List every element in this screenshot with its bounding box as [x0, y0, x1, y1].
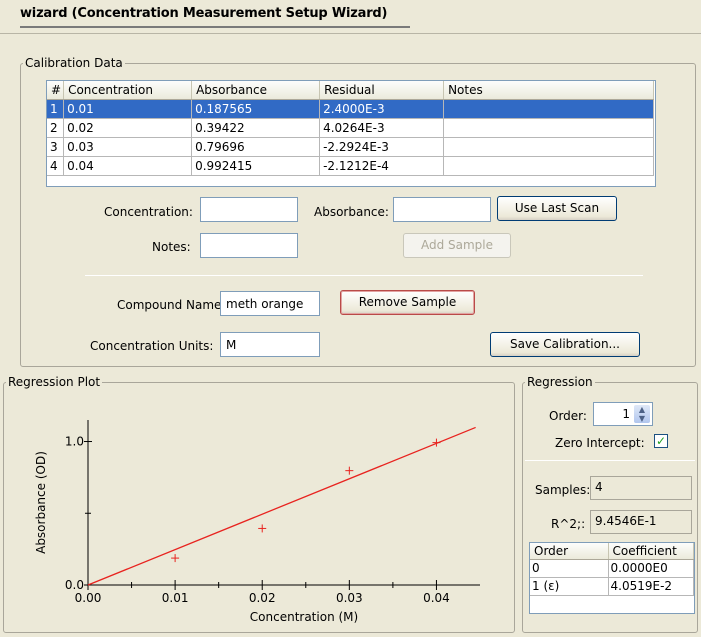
table-row[interactable]: 2 0.02 0.39422 4.0264E-3 — [47, 118, 654, 138]
table-row[interactable]: 0 0.0000E0 — [530, 559, 694, 578]
save-calibration-button[interactable]: Save Calibration... — [490, 332, 640, 357]
concentration-units-label: Concentration Units: — [90, 339, 214, 353]
cell-coefficient: 4.0519E-2 — [608, 577, 694, 596]
cell-notes[interactable] — [443, 99, 654, 119]
x-tick-label: 0.00 — [75, 591, 102, 605]
cell-notes[interactable] — [443, 118, 654, 138]
cell-concentration[interactable]: 0.02 — [63, 118, 193, 138]
cell-absorbance[interactable]: 0.39422 — [191, 118, 321, 138]
row-index: 4 — [47, 156, 65, 176]
column-header-order[interactable]: Order — [530, 543, 609, 560]
x-axis-label: Concentration (M) — [250, 610, 358, 624]
y-tick-label: 0.0 — [65, 578, 84, 592]
column-header-notes[interactable]: Notes — [443, 81, 654, 100]
compound-name-label: Compound Name — [117, 298, 222, 312]
cell-residual: -2.1212E-4 — [319, 156, 445, 176]
column-header-coefficient[interactable]: Coefficient — [608, 543, 694, 560]
column-header-residual[interactable]: Residual — [319, 81, 445, 100]
cell-concentration[interactable]: 0.01 — [63, 99, 193, 119]
remove-sample-button[interactable]: Remove Sample — [340, 290, 475, 315]
cell-order: 1 (ε) — [530, 577, 609, 596]
cell-absorbance[interactable]: 0.79696 — [191, 137, 321, 157]
order-value: 1 — [622, 407, 630, 421]
cell-notes[interactable] — [443, 156, 654, 176]
order-spinner[interactable]: 1 ▲ ▼ — [593, 402, 653, 426]
use-last-scan-button[interactable]: Use Last Scan — [497, 196, 617, 221]
regression-separator — [525, 460, 695, 461]
cell-order: 0 — [530, 559, 609, 578]
r-squared-label: R^2;: — [551, 517, 586, 531]
coefficient-table[interactable]: Order Coefficient 0 0.0000E0 1 (ε) 4.051… — [529, 542, 695, 614]
data-point — [171, 554, 180, 563]
zero-intercept-label: Zero Intercept: — [555, 436, 645, 450]
table-row[interactable]: 4 0.04 0.992415 -2.1212E-4 — [47, 156, 654, 176]
notes-label: Notes: — [152, 240, 191, 254]
x-tick-label: 0.02 — [249, 591, 276, 605]
x-tick-label: 0.03 — [336, 591, 363, 605]
regression-chart: 0.00 0.01 0.02 0.03 0.04 0.0 1.0 Concentratio… — [34, 420, 480, 624]
absorbance-label: Absorbance: — [314, 205, 389, 219]
cell-concentration[interactable]: 0.03 — [63, 137, 193, 157]
table-header-row: # Concentration Absorbance Residual Note… — [47, 81, 654, 100]
zero-intercept-checkbox[interactable]: ✓ — [654, 434, 668, 448]
data-point — [345, 466, 354, 475]
concentration-input[interactable] — [200, 197, 298, 222]
cell-absorbance[interactable]: 0.187565 — [191, 99, 321, 119]
compound-name-input[interactable] — [220, 291, 320, 316]
samples-field: 4 — [590, 476, 692, 500]
y-axis-label: Absorbance (OD) — [34, 451, 48, 554]
column-header-absorbance[interactable]: Absorbance — [191, 81, 321, 100]
regression-fit-line — [87, 426, 476, 586]
spinner-arrows-icon[interactable]: ▲ ▼ — [634, 405, 650, 423]
column-header-index[interactable]: # — [47, 81, 65, 100]
table-row[interactable]: 1 (ε) 4.0519E-2 — [530, 577, 694, 596]
regression-plot-legend: Regression Plot — [8, 375, 101, 389]
data-point — [432, 438, 441, 447]
data-point — [258, 524, 267, 533]
absorbance-input[interactable] — [393, 197, 491, 222]
concentration-label: Concentration: — [104, 205, 193, 219]
r-squared-field: 9.4546E-1 — [590, 510, 692, 534]
column-header-concentration[interactable]: Concentration — [63, 81, 193, 100]
cell-residual: 2.4000E-3 — [319, 99, 445, 119]
data-points — [171, 438, 441, 563]
cell-notes[interactable] — [443, 137, 654, 157]
cell-residual: 4.0264E-3 — [319, 118, 445, 138]
cell-residual: -2.2924E-3 — [319, 137, 445, 157]
coef-header-row: Order Coefficient — [530, 543, 694, 560]
concentration-units-input[interactable] — [220, 332, 320, 357]
cell-coefficient: 0.0000E0 — [608, 559, 694, 578]
calibration-table[interactable]: # Concentration Absorbance Residual Note… — [46, 80, 656, 187]
row-index: 1 — [47, 99, 65, 119]
x-tick-label: 0.01 — [162, 591, 189, 605]
table-row[interactable]: 1 0.01 0.187565 2.4000E-3 — [47, 99, 654, 119]
calibration-data-legend: Calibration Data — [25, 56, 123, 70]
form-separator — [85, 275, 643, 276]
cell-concentration[interactable]: 0.04 — [63, 156, 193, 176]
order-label: Order: — [549, 409, 587, 423]
row-index: 3 — [47, 137, 65, 157]
title-rule — [20, 26, 410, 28]
table-row[interactable]: 3 0.03 0.79696 -2.2924E-3 — [47, 137, 654, 157]
regression-legend: Regression — [527, 375, 593, 389]
samples-label: Samples: — [535, 483, 591, 497]
x-ticks: 0.00 0.01 0.02 0.03 0.04 — [75, 580, 450, 605]
cell-absorbance[interactable]: 0.992415 — [191, 156, 321, 176]
notes-input[interactable] — [200, 233, 298, 258]
window-title: wizard (Concentration Measurement Setup … — [20, 6, 388, 21]
title-separator — [0, 33, 701, 34]
row-index: 2 — [47, 118, 65, 138]
add-sample-button[interactable]: Add Sample — [403, 233, 511, 258]
y-tick-label: 1.0 — [65, 435, 84, 449]
x-tick-label: 0.04 — [423, 591, 450, 605]
